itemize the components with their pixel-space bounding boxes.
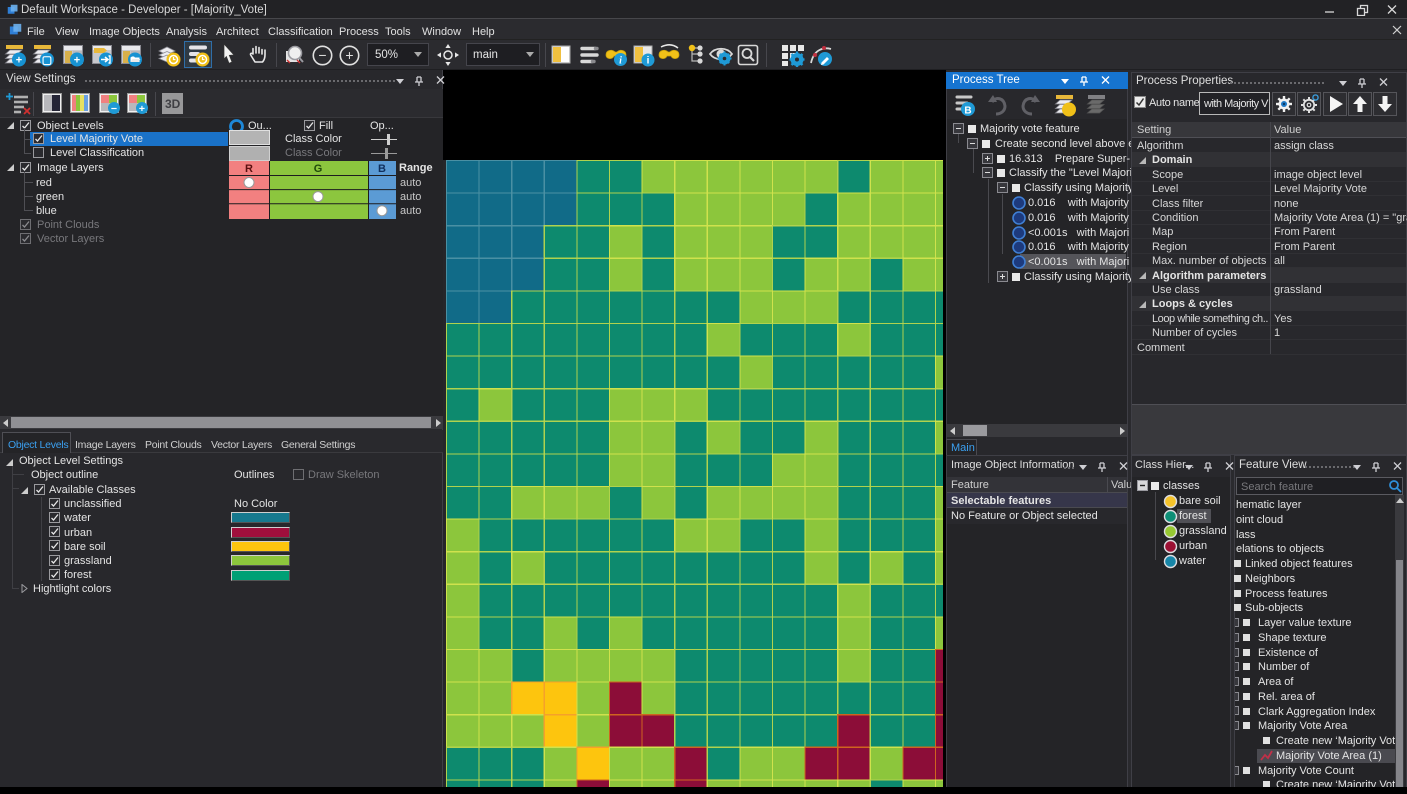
svg-text:−: − xyxy=(111,103,117,114)
svg-text:+: + xyxy=(16,55,22,67)
svg-text:i: i xyxy=(647,56,650,67)
svg-text:i: i xyxy=(619,55,622,66)
svg-text:+: + xyxy=(74,55,80,67)
svg-text:▢: ▢ xyxy=(42,55,52,67)
svg-text:G: G xyxy=(314,163,323,175)
svg-text:B: B xyxy=(378,163,386,175)
svg-text:+: + xyxy=(345,47,353,63)
svg-text:+: + xyxy=(139,103,145,114)
svg-text:R: R xyxy=(245,163,253,175)
svg-text:−: − xyxy=(318,47,326,63)
svg-text:B: B xyxy=(964,105,971,116)
